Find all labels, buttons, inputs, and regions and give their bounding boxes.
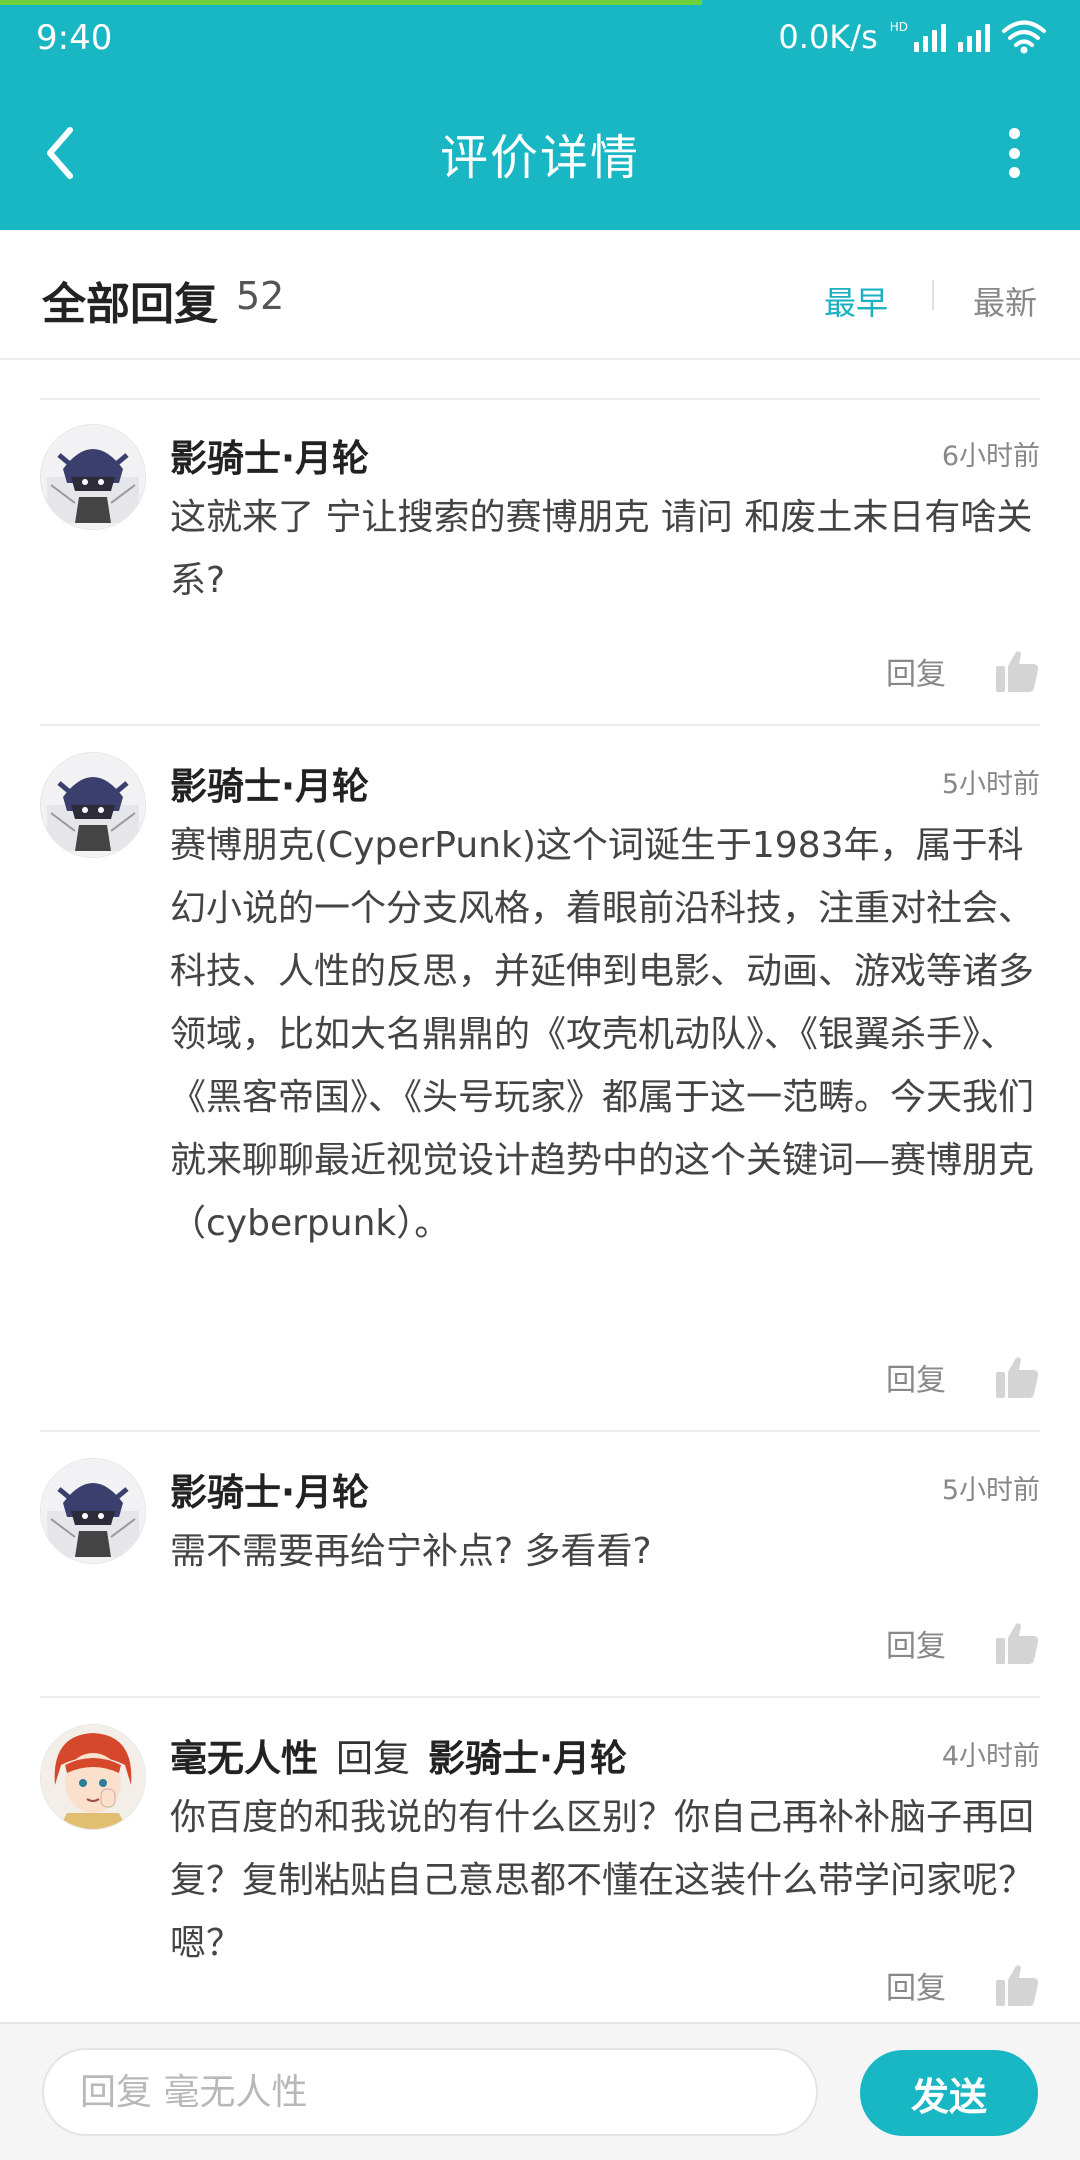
more-options-button[interactable] xyxy=(1004,128,1024,178)
sort-earliest-tab[interactable]: 最早 xyxy=(824,278,888,324)
comment-author: 毫无人性 回复 影骑士·月轮 xyxy=(170,1728,627,1782)
comment-list[interactable]: 影骑士·月轮 6小时前 这就来了 宁让搜索的赛博朋克 请问 和废土末日有啥关系?… xyxy=(0,360,1080,2022)
signal-icon xyxy=(914,22,946,52)
all-replies-title: 全部回复 xyxy=(42,279,218,330)
comment-item: 影骑士·月轮 6小时前 这就来了 宁让搜索的赛博朋克 请问 和废土末日有啥关系?… xyxy=(40,398,1040,726)
hd-badge: HD xyxy=(889,20,908,34)
comment-time: 5小时前 xyxy=(941,769,1040,800)
avatar[interactable] xyxy=(40,1724,146,1830)
comment-author[interactable]: 影骑士·月轮 xyxy=(170,1462,369,1516)
thumbs-up-icon[interactable] xyxy=(994,1354,1040,1400)
avatar-image xyxy=(41,1459,145,1563)
comment-time: 5小时前 xyxy=(941,1475,1040,1506)
reply-button[interactable]: 回复 xyxy=(886,1621,946,1665)
comment-author[interactable]: 影骑士·月轮 xyxy=(170,428,369,482)
more-vertical-icon xyxy=(1008,128,1020,139)
page: 9:40 0.0K/s HD 评价详情 全部回复 52 最早 最新 影骑士·月轮… xyxy=(0,0,1080,2160)
avatar-image xyxy=(41,1725,145,1829)
reply-button[interactable]: 回复 xyxy=(886,1963,946,2007)
wifi-icon xyxy=(1002,20,1046,54)
reply-word: 回复 xyxy=(336,1737,410,1780)
avatar[interactable] xyxy=(40,1458,146,1564)
thumbs-up-icon[interactable] xyxy=(994,1962,1040,2008)
comment-item: 影骑士·月轮 5小时前 赛博朋克(CyperPunk)这个词诞生于1983年，属… xyxy=(40,726,1040,1432)
avatar-image xyxy=(41,425,145,529)
comment-text: 需不需要再给宁补点? 多看看? xyxy=(170,1531,652,1572)
comment-text: 赛博朋克(CyperPunk)这个词诞生于1983年，属于科幻小说的一个分支风格… xyxy=(170,825,1035,1244)
reply-input[interactable] xyxy=(42,2048,818,2136)
avatar-image xyxy=(41,753,145,857)
comment-actions: 回复 xyxy=(886,1618,1040,1668)
comment-item: 影骑士·月轮 5小时前 需不需要再给宁补点? 多看看? 回复 xyxy=(40,1432,1040,1698)
comment-text: 你百度的和我说的有什么区别？你自己再补补脑子再回复？复制粘贴自己意思都不懂在这装… xyxy=(170,1797,1035,1964)
thumbs-up-icon[interactable] xyxy=(994,648,1040,694)
app-header: 9:40 0.0K/s HD 评价详情 xyxy=(0,0,1080,230)
comment-text: 这就来了 宁让搜索的赛博朋克 请问 和废土末日有啥关系? xyxy=(170,497,1033,601)
avatar[interactable] xyxy=(40,752,146,858)
sort-latest-tab[interactable]: 最新 xyxy=(973,278,1037,324)
signal-icon-2 xyxy=(958,22,990,52)
comment-actions: 回复 xyxy=(886,1960,1040,2010)
send-button[interactable]: 发送 xyxy=(860,2050,1038,2136)
comment-actions: 回复 xyxy=(886,646,1040,696)
reply-target-name[interactable]: 影骑士·月轮 xyxy=(428,1737,627,1780)
page-title: 评价详情 xyxy=(439,130,640,186)
reply-bar: 发送 xyxy=(0,2022,1080,2160)
reply-button[interactable]: 回复 xyxy=(886,649,946,693)
replies-header: 全部回复 52 最早 最新 xyxy=(0,230,1080,360)
thumbs-up-icon[interactable] xyxy=(994,1620,1040,1666)
comment-time: 4小时前 xyxy=(941,1741,1040,1772)
network-speed: 0.0K/s xyxy=(778,18,878,56)
comment-time: 6小时前 xyxy=(941,441,1040,472)
status-time: 9:40 xyxy=(36,18,113,58)
comment-actions: 回复 xyxy=(886,1352,1040,1402)
avatar[interactable] xyxy=(40,424,146,530)
comment-item: 毫无人性 回复 影骑士·月轮 4小时前 你百度的和我说的有什么区别？你自己再补补脑子… xyxy=(40,1698,1040,2022)
loading-progress-bar xyxy=(0,0,702,5)
list-item-partial xyxy=(40,360,1040,400)
comment-author[interactable]: 影骑士·月轮 xyxy=(170,756,369,810)
reply-button[interactable]: 回复 xyxy=(886,1355,946,1399)
reply-count: 52 xyxy=(236,274,285,318)
sort-divider xyxy=(932,280,934,310)
status-icons: 0.0K/s HD xyxy=(778,18,1046,56)
comment-author-name[interactable]: 毫无人性 xyxy=(170,1737,318,1780)
